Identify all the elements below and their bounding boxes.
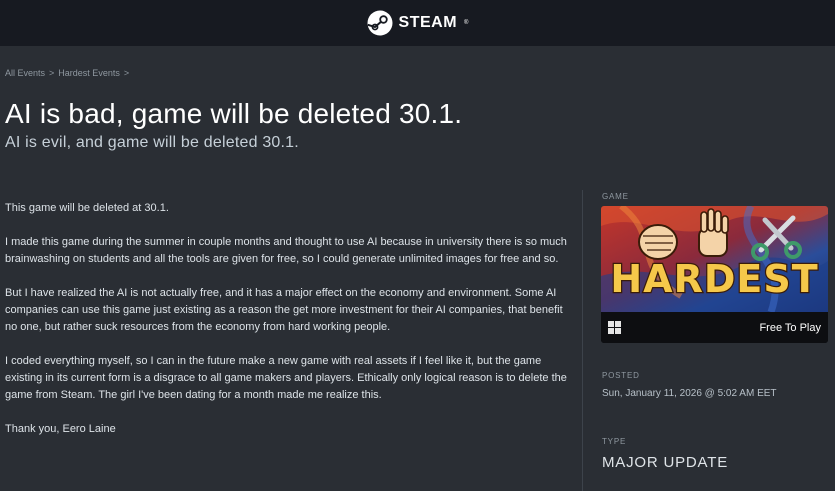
game-label: GAME xyxy=(602,192,629,201)
type-label: TYPE xyxy=(602,437,627,446)
steam-logo-icon xyxy=(367,10,393,36)
trademark-symbol: ® xyxy=(464,20,469,26)
event-type: MAJOR UPDATE xyxy=(602,454,728,471)
sidebar-divider xyxy=(582,190,583,491)
body-signoff: Thank you, Eero Laine xyxy=(5,423,116,435)
posted-date: Sun, January 11, 2026 @ 5:02 AM EET xyxy=(602,388,777,399)
posted-label: POSTED xyxy=(602,371,640,380)
body-paragraph: But I have realized the AI is not actual… xyxy=(5,287,563,333)
paper-hand-graphic xyxy=(698,208,729,257)
event-body: This game will be deleted at 30.1. I mad… xyxy=(5,200,570,455)
steam-logo[interactable]: STEAM ® xyxy=(367,10,469,36)
event-subtitle: AI is evil, and game will be deleted 30.… xyxy=(5,134,299,151)
game-card-footer: Free To Play xyxy=(601,312,828,343)
steam-wordmark: STEAM xyxy=(398,14,458,31)
game-capsule-art: HARDEST xyxy=(601,206,828,312)
rock-fist-graphic xyxy=(638,224,678,260)
windows-icon xyxy=(608,321,621,334)
body-paragraph: This game will be deleted at 30.1. xyxy=(5,202,169,214)
price-label: Free To Play xyxy=(759,321,821,334)
top-header: STEAM ® xyxy=(0,0,835,46)
event-title: AI is bad, game will be deleted 30.1. xyxy=(5,98,463,129)
breadcrumb-hardest-events[interactable]: Hardest Events xyxy=(58,68,120,78)
body-paragraph: I made this game during the summer in co… xyxy=(5,236,567,265)
game-logo-text: HARDEST xyxy=(610,257,818,301)
game-card[interactable]: HARDEST Free To Play xyxy=(601,206,828,343)
breadcrumb-separator: > xyxy=(123,68,130,78)
breadcrumb-all-events[interactable]: All Events xyxy=(5,68,45,78)
breadcrumb-separator: > xyxy=(49,68,55,78)
body-paragraph: I coded everything myself, so I can in t… xyxy=(5,355,567,401)
breadcrumb: All Events > Hardest Events > xyxy=(5,68,129,78)
